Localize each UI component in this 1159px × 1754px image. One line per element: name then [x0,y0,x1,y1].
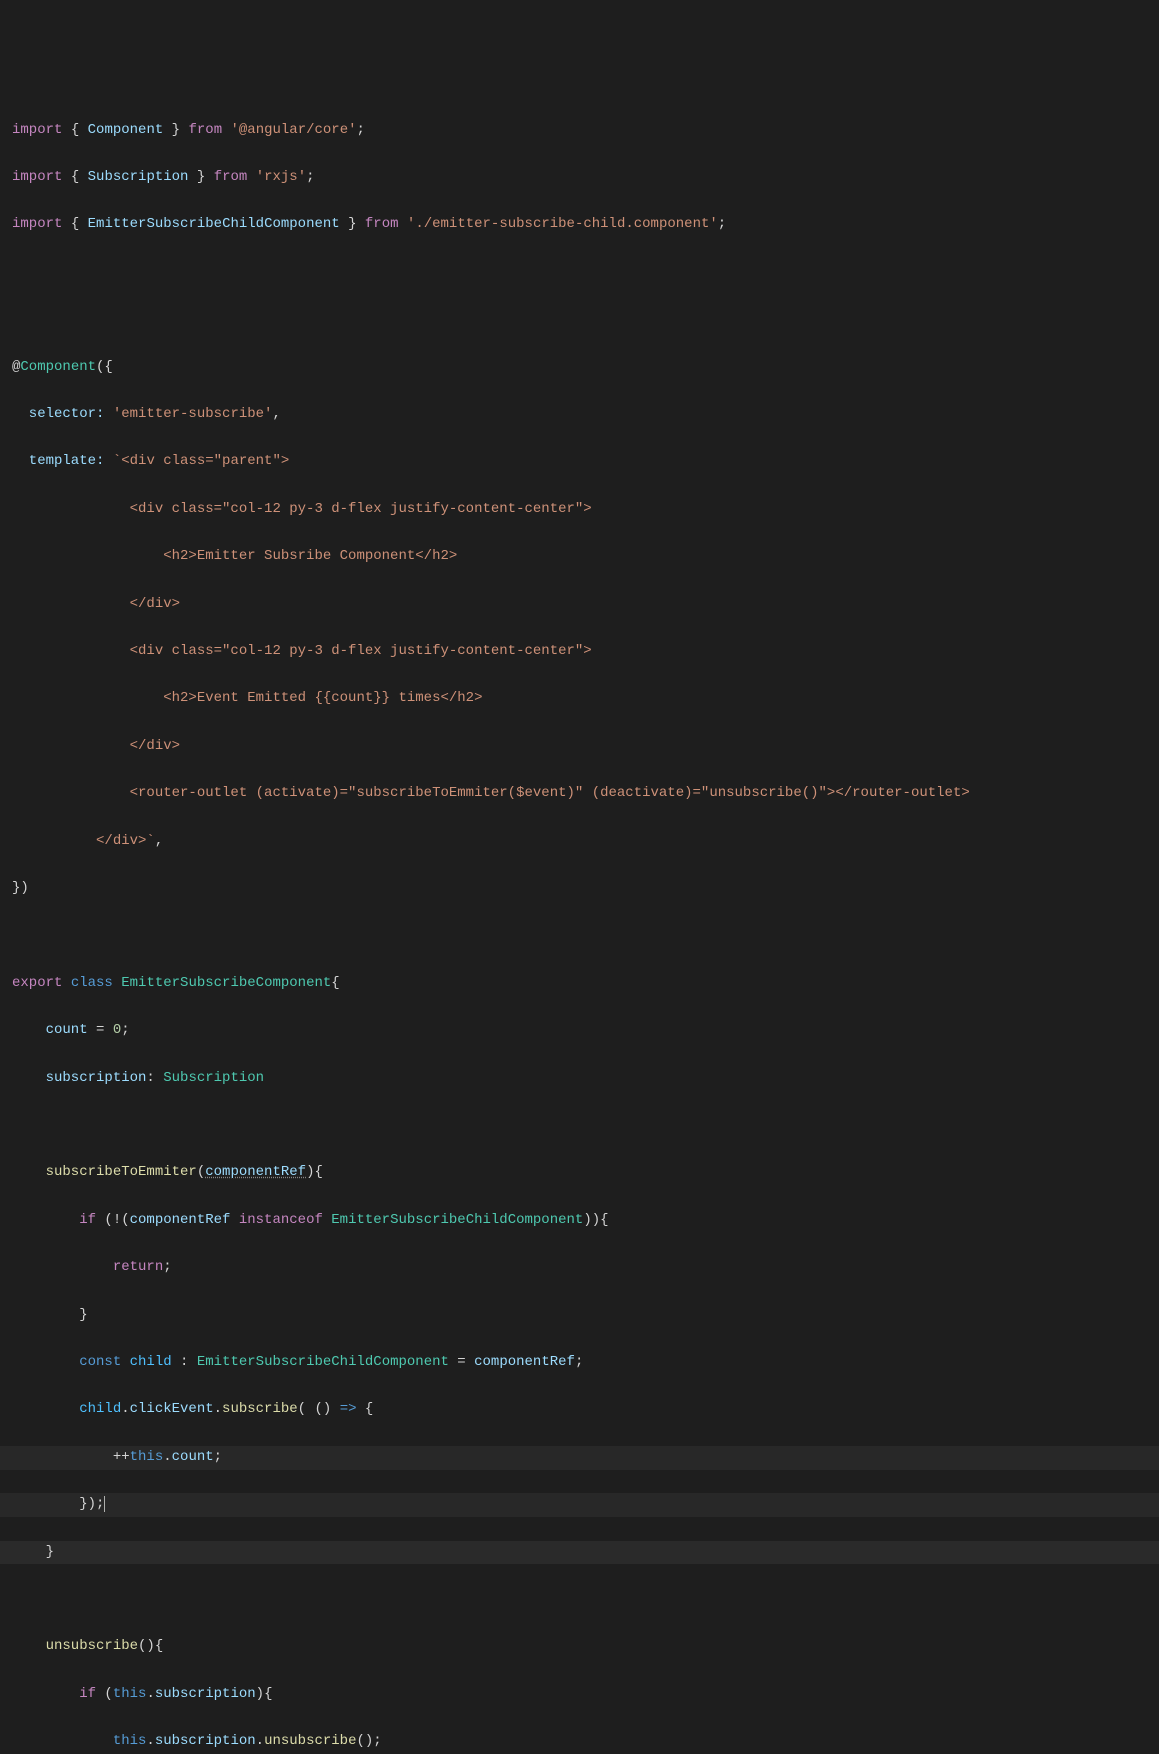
code-line: <router-outlet (activate)="subscribeToEm… [0,782,1159,806]
code-line: subscription: Subscription [0,1067,1159,1091]
code-line: <h2>Event Emitted {{count}} times</h2> [0,687,1159,711]
code-line [0,924,1159,948]
code-line [0,308,1159,332]
code-line: unsubscribe(){ [0,1635,1159,1659]
code-line: this.subscription.unsubscribe(); [0,1730,1159,1754]
code-line [0,1588,1159,1612]
code-line: count = 0; [0,1019,1159,1043]
code-line: import { EmitterSubscribeChildComponent … [0,213,1159,237]
code-line: } [0,1304,1159,1328]
code-line: const child : EmitterSubscribeChildCompo… [0,1351,1159,1375]
code-line: if (!(componentRef instanceof EmitterSub… [0,1209,1159,1233]
code-line: @Component({ [0,356,1159,380]
code-line: } [0,1541,1159,1565]
code-line: </div> [0,593,1159,617]
code-line: }) [0,877,1159,901]
code-line: selector: 'emitter-subscribe', [0,403,1159,427]
text-cursor [104,1496,105,1512]
code-line: ++this.count; [0,1446,1159,1470]
code-line [0,1114,1159,1138]
code-line: return; [0,1256,1159,1280]
code-line: </div>`, [0,830,1159,854]
code-line-cursor: }); [0,1493,1159,1517]
code-line: template: `<div class="parent"> [0,450,1159,474]
code-line: subscribeToEmmiter(componentRef){ [0,1161,1159,1185]
code-line: if (this.subscription){ [0,1683,1159,1707]
code-line: import { Component } from '@angular/core… [0,119,1159,143]
code-line: <h2>Emitter Subsribe Component</h2> [0,545,1159,569]
code-line: child.clickEvent.subscribe( () => { [0,1398,1159,1422]
code-line: <div class="col-12 py-3 d-flex justify-c… [0,498,1159,522]
code-line: </div> [0,735,1159,759]
code-line: export class EmitterSubscribeComponent{ [0,972,1159,996]
code-line: <div class="col-12 py-3 d-flex justify-c… [0,640,1159,664]
code-line: import { Subscription } from 'rxjs'; [0,166,1159,190]
code-editor[interactable]: import { Component } from '@angular/core… [0,95,1159,1754]
code-line [0,261,1159,285]
